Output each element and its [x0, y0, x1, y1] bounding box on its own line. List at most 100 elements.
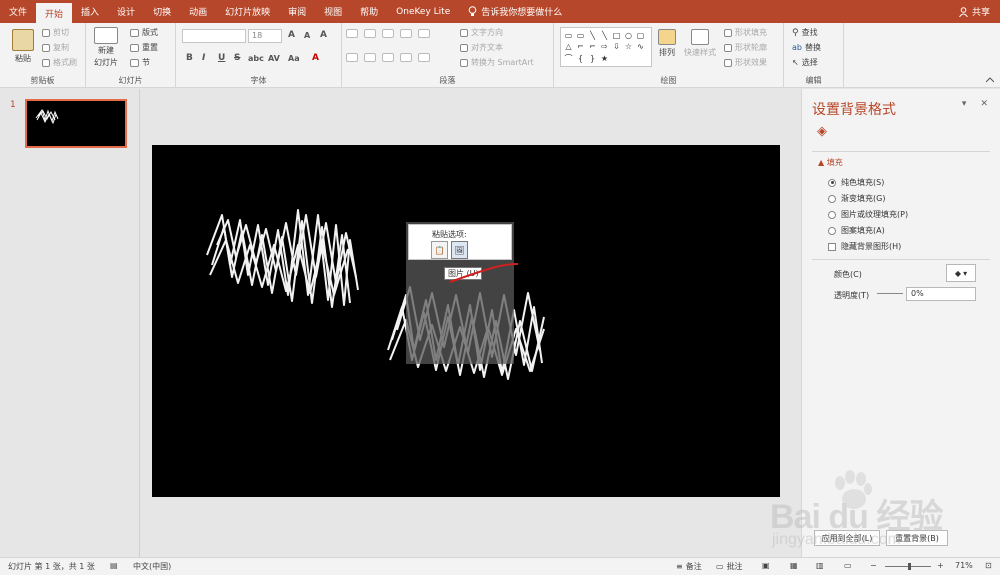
brace-shape-icon[interactable]: } [587, 53, 598, 63]
fill-section-header[interactable]: ▲ 填充 [818, 157, 843, 168]
align-text-button[interactable]: 对齐文本 [460, 42, 503, 53]
close-icon[interactable]: ✕ [980, 99, 988, 109]
arc-shape-icon[interactable]: ⌒ [563, 53, 574, 63]
rect-shape-icon[interactable]: □ [611, 30, 622, 40]
shadow-button[interactable]: abc [248, 54, 264, 63]
reset-button[interactable]: 重置 [130, 42, 158, 53]
tab-home[interactable]: 开始 [36, 3, 73, 23]
textbox-shape-icon[interactable]: ▭ [575, 30, 586, 40]
collapse-ribbon-icon[interactable] [986, 77, 994, 83]
line-shape-icon[interactable]: ╲ [587, 30, 598, 40]
cut-button[interactable]: 剪切 [42, 27, 69, 38]
zoom-level[interactable]: 71% [955, 561, 973, 570]
font-color-button[interactable]: A [312, 53, 319, 63]
new-slide-button[interactable]: 新建 幻灯片 [94, 27, 118, 68]
bold-button[interactable]: B [186, 53, 193, 63]
comments-button[interactable]: ▭ 批注 [716, 561, 743, 572]
star-shape-icon[interactable]: ☆ [623, 42, 634, 52]
tab-insert[interactable]: 插入 [72, 0, 108, 23]
tab-view[interactable]: 视图 [315, 0, 351, 23]
star-shape-icon[interactable]: ★ [599, 53, 610, 63]
shrink-font-button[interactable]: A [304, 31, 310, 40]
solid-fill-option[interactable]: 纯色填充(S) [828, 177, 884, 188]
increase-indent-icon[interactable] [400, 29, 412, 38]
text-direction-button[interactable]: 文字方向 [460, 27, 503, 38]
spell-check-icon[interactable]: ▤ [110, 561, 118, 570]
tab-animations[interactable]: 动画 [180, 0, 216, 23]
justify-icon[interactable] [400, 53, 412, 62]
textbox-shape-icon[interactable]: ▭ [563, 30, 574, 40]
layout-button[interactable]: 版式 [130, 27, 158, 38]
zoom-out-button[interactable]: − [870, 561, 877, 570]
italic-button[interactable]: I [202, 53, 205, 63]
underline-button[interactable]: U [218, 53, 225, 63]
panel-options-icon[interactable]: ▾ [962, 99, 967, 109]
transparency-input[interactable]: 0% [906, 287, 976, 301]
fit-to-window-icon[interactable]: ⊡ [985, 561, 992, 570]
tell-me-box[interactable]: 告诉我你想要做什么 [459, 0, 571, 23]
oval-shape-icon[interactable]: ○ [623, 30, 634, 40]
language-status[interactable]: 中文(中国) [133, 561, 171, 572]
font-size-field[interactable]: 18 [248, 29, 282, 43]
zoom-slider-thumb[interactable] [908, 563, 911, 570]
grow-font-button[interactable]: A [288, 30, 295, 40]
zoom-in-button[interactable]: + [937, 561, 944, 570]
normal-view-icon[interactable]: ▣ [762, 561, 770, 570]
shape-outline-button[interactable]: 形状轮廓 [724, 42, 767, 53]
rounded-rect-shape-icon[interactable]: ▢ [635, 30, 646, 40]
line-shape-icon[interactable]: ╲ [599, 30, 610, 40]
picture-fill-option[interactable]: 图片或纹理填充(P) [828, 209, 908, 220]
strike-button[interactable]: S [234, 53, 240, 63]
connector-shape-icon[interactable]: ⌐ [575, 42, 586, 52]
hide-background-option[interactable]: 隐藏背景图形(H) [828, 241, 901, 252]
fill-icon[interactable]: ◈ [817, 124, 827, 139]
brace-shape-icon[interactable]: { [575, 53, 586, 63]
paste-button[interactable]: 粘贴 [12, 29, 34, 64]
gradient-fill-option[interactable]: 渐变填充(G) [828, 193, 885, 204]
tab-slideshow[interactable]: 幻灯片放映 [216, 0, 279, 23]
tab-review[interactable]: 审阅 [279, 0, 315, 23]
sorter-view-icon[interactable]: ▦ [790, 561, 798, 570]
align-center-icon[interactable] [364, 53, 376, 62]
transparency-slider[interactable] [877, 293, 903, 294]
numbering-icon[interactable] [364, 29, 376, 38]
shapes-gallery[interactable]: ▭ ▭ ╲ ╲ □ ○ ▢ △ ⌐ ⌐ ⇨ ⇩ ☆ ∿ ⌒ { } ★ [560, 27, 652, 67]
spacing-button[interactable]: AV [268, 54, 280, 63]
arrow-shape-icon[interactable]: ⇩ [611, 42, 622, 52]
smartart-button[interactable]: 转换为 SmartArt [460, 57, 534, 68]
paste-picture-icon[interactable]: 🖼 [451, 241, 468, 259]
arrow-shape-icon[interactable]: ⇨ [599, 42, 610, 52]
quick-styles-button[interactable]: 快速样式 [684, 29, 716, 58]
font-name-field[interactable] [182, 29, 246, 43]
arrange-button[interactable]: 排列 [658, 29, 676, 58]
tab-transitions[interactable]: 切换 [144, 0, 180, 23]
tab-help[interactable]: 帮助 [351, 0, 387, 23]
tab-onekey[interactable]: OneKey Lite [387, 0, 459, 23]
shape-fill-button[interactable]: 形状填充 [724, 27, 767, 38]
select-button[interactable]: ↖ 选择 [792, 57, 818, 68]
clear-format-button[interactable]: A [320, 30, 327, 40]
slide-thumbnail[interactable] [25, 99, 127, 148]
decrease-indent-icon[interactable] [382, 29, 394, 38]
line-spacing-icon[interactable] [418, 29, 430, 38]
format-painter-button[interactable]: 格式刷 [42, 57, 77, 68]
replace-button[interactable]: ab 替换 [792, 42, 821, 53]
curve-shape-icon[interactable]: ∿ [635, 42, 646, 52]
triangle-shape-icon[interactable]: △ [563, 42, 574, 52]
shape-effects-button[interactable]: 形状效果 [724, 57, 767, 68]
case-button[interactable]: Aa [288, 54, 300, 63]
pattern-fill-option[interactable]: 图案填充(A) [828, 225, 885, 236]
copy-button[interactable]: 复制 [42, 42, 69, 53]
color-picker-button[interactable]: ◆ ▾ [946, 264, 976, 282]
section-button[interactable]: 节 [130, 57, 150, 68]
tab-file[interactable]: 文件 [0, 0, 36, 23]
bullets-icon[interactable] [346, 29, 358, 38]
notes-button[interactable]: ≡ 备注 [676, 561, 702, 572]
share-button[interactable]: 共享 [959, 0, 990, 23]
zoom-slider[interactable] [885, 563, 931, 570]
use-destination-theme-icon[interactable]: 📋 [431, 241, 448, 259]
tab-design[interactable]: 设计 [108, 0, 144, 23]
columns-icon[interactable] [418, 53, 430, 62]
slideshow-view-icon[interactable]: ▭ [844, 561, 852, 570]
align-right-icon[interactable] [382, 53, 394, 62]
